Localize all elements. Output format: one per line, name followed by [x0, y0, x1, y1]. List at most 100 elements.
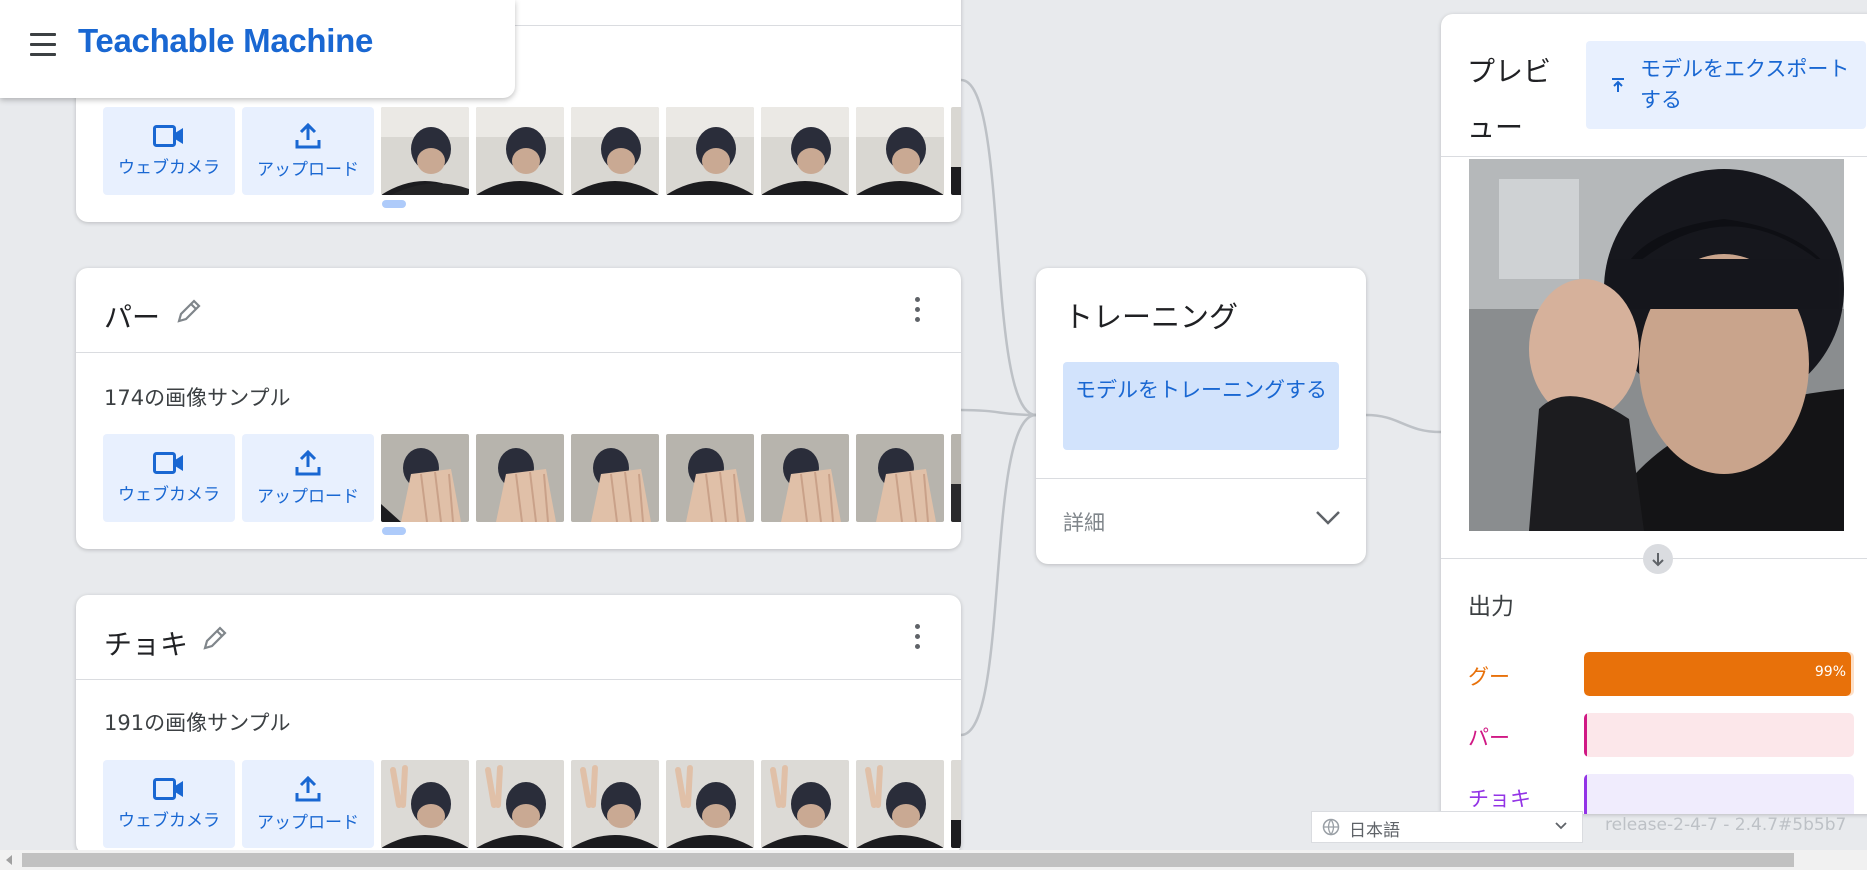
- upload-button-label: アップロード: [257, 812, 359, 833]
- sample-thumbnail[interactable]: [571, 760, 659, 848]
- confidence-bar: 99%: [1584, 652, 1854, 696]
- version-label: release-2-4-7 - 2.4.7#5b5b7: [1605, 815, 1847, 835]
- webcam-button[interactable]: ウェブカメラ: [103, 760, 235, 848]
- sample-row: ウェブカメラ アップロード: [103, 434, 961, 522]
- sample-thumbnail[interactable]: [666, 760, 754, 848]
- globe-icon: [1322, 818, 1340, 836]
- video-camera-icon: [153, 777, 183, 800]
- output-row: チョキ: [1468, 774, 1867, 814]
- sample-count: 191の画像サンプル: [104, 707, 290, 737]
- webcam-preview: [1469, 159, 1844, 531]
- webcam-button-label: ウェブカメラ: [118, 810, 220, 831]
- upload-icon: [295, 122, 321, 148]
- preview-panel: プレビュー モデルをエクスポートする 出力 グー 99% パーチョキ: [1441, 14, 1867, 814]
- scrollbar-thumb[interactable]: [22, 853, 1794, 867]
- video-camera-icon: [153, 451, 183, 474]
- sample-thumbnail[interactable]: [571, 107, 659, 195]
- app-bar: Teachable Machine: [0, 0, 515, 98]
- sample-thumbnail[interactable]: [951, 434, 961, 522]
- sample-scroll-indicator[interactable]: [382, 527, 406, 535]
- training-card: トレーニング モデルをトレーニングする 詳細: [1036, 268, 1366, 564]
- sample-thumbnail[interactable]: [381, 760, 469, 848]
- arrow-down-icon[interactable]: [1643, 544, 1673, 574]
- edit-pencil-icon[interactable]: [200, 623, 230, 653]
- more-options-icon[interactable]: [911, 624, 923, 654]
- export-button-label: モデルをエクスポートする: [1640, 57, 1850, 112]
- sample-thumbnail[interactable]: [571, 434, 659, 522]
- confidence-bar: [1584, 774, 1854, 814]
- upload-button[interactable]: アップロード: [242, 107, 374, 195]
- upload-button[interactable]: アップロード: [242, 760, 374, 848]
- sample-thumbnail[interactable]: [476, 760, 564, 848]
- language-select[interactable]: 日本語: [1311, 811, 1583, 843]
- webcam-button-label: ウェブカメラ: [118, 484, 220, 505]
- sample-count-number: 191: [104, 711, 145, 735]
- sample-thumbnail[interactable]: [856, 107, 944, 195]
- class-card-pa: パー 174の画像サンプル ウェブカメラ アップロード: [76, 268, 961, 549]
- sample-thumbnail[interactable]: [761, 107, 849, 195]
- sample-count-suffix: の画像サンプル: [144, 386, 291, 410]
- video-camera-icon: [153, 124, 183, 147]
- horizontal-scrollbar[interactable]: [0, 850, 1867, 870]
- export-icon: [1612, 78, 1624, 92]
- confidence-percent: 99%: [1814, 664, 1846, 680]
- sample-thumbnail[interactable]: [381, 107, 469, 195]
- confidence-fill: [1584, 774, 1587, 814]
- output-label: グー: [1468, 665, 1510, 689]
- class-card-choki: チョキ 191の画像サンプル ウェブカメラ アップロード: [76, 595, 961, 855]
- sample-scroll-indicator[interactable]: [382, 200, 406, 208]
- more-options-icon[interactable]: [911, 297, 923, 327]
- webcam-feed-image: [1469, 159, 1844, 531]
- upload-icon: [295, 775, 321, 801]
- chevron-down-icon: [1316, 511, 1340, 525]
- sample-thumbnail[interactable]: [761, 434, 849, 522]
- output-row: グー 99%: [1468, 652, 1867, 696]
- sample-count: 174の画像サンプル: [104, 382, 290, 412]
- export-model-button[interactable]: モデルをエクスポートする: [1586, 41, 1866, 129]
- sample-thumbnail[interactable]: [666, 434, 754, 522]
- sample-thumbnail[interactable]: [476, 434, 564, 522]
- app-logo[interactable]: Teachable Machine: [78, 22, 373, 60]
- confidence-fill: [1584, 713, 1587, 757]
- class-name[interactable]: チョキ: [104, 623, 188, 663]
- sample-thumbnail[interactable]: [666, 107, 754, 195]
- sample-thumbnail[interactable]: [381, 434, 469, 522]
- sample-thumbnail[interactable]: [951, 107, 961, 195]
- confidence-fill: [1584, 652, 1852, 696]
- chevron-down-icon: [1555, 822, 1567, 830]
- sample-row: ウェブカメラ アップロード: [103, 107, 961, 195]
- sample-row: ウェブカメラ アップロード: [103, 760, 961, 848]
- output-row: パー: [1468, 713, 1867, 757]
- upload-button-label: アップロード: [257, 486, 359, 507]
- sample-thumbnail[interactable]: [951, 760, 961, 848]
- webcam-button-label: ウェブカメラ: [118, 157, 220, 178]
- sample-thumbnail[interactable]: [856, 434, 944, 522]
- upload-button-label: アップロード: [257, 159, 359, 180]
- scroll-left-icon[interactable]: [4, 854, 14, 866]
- language-label: 日本語: [1349, 821, 1400, 841]
- sample-count-number: 174: [104, 386, 145, 410]
- sample-thumbnail[interactable]: [856, 760, 944, 848]
- webcam-button[interactable]: ウェブカメラ: [103, 434, 235, 522]
- class-card-header: チョキ: [76, 595, 961, 680]
- output-title: 出力: [1468, 594, 1514, 620]
- preview-title: プレビュー: [1467, 55, 1552, 144]
- divider: [1441, 156, 1867, 157]
- confidence-bar: [1584, 713, 1854, 757]
- edit-pencil-icon[interactable]: [174, 296, 204, 326]
- advanced-label: 詳細: [1063, 511, 1105, 535]
- webcam-button[interactable]: ウェブカメラ: [103, 107, 235, 195]
- output-label: パー: [1468, 726, 1510, 750]
- train-model-button[interactable]: モデルをトレーニングする: [1063, 362, 1339, 450]
- class-card-header: パー: [76, 268, 961, 353]
- training-title: トレーニング: [1064, 300, 1239, 334]
- sample-thumbnail[interactable]: [476, 107, 564, 195]
- advanced-toggle[interactable]: 詳細: [1036, 479, 1366, 564]
- hamburger-icon[interactable]: [28, 33, 62, 57]
- upload-button[interactable]: アップロード: [242, 434, 374, 522]
- upload-icon: [295, 449, 321, 475]
- class-name[interactable]: パー: [104, 296, 160, 336]
- sample-count-suffix: の画像サンプル: [144, 711, 291, 735]
- output-label: チョキ: [1468, 787, 1531, 811]
- sample-thumbnail[interactable]: [761, 760, 849, 848]
